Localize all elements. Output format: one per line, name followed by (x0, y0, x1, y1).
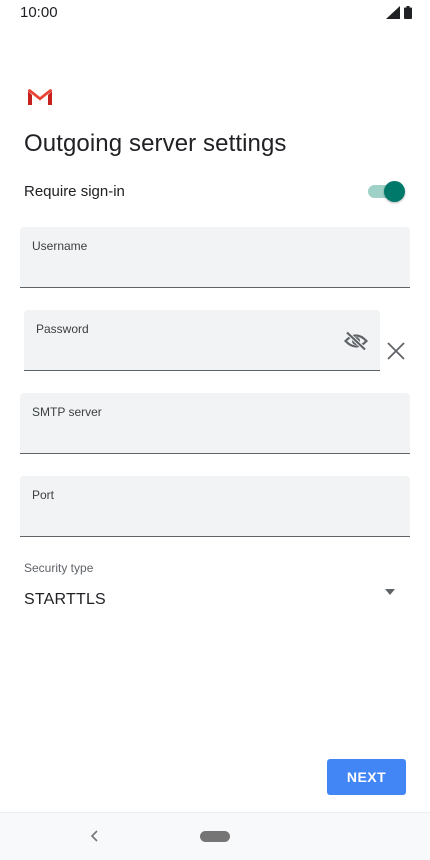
status-time: 10:00 (20, 4, 58, 21)
battery-icon (404, 6, 412, 19)
password-label: Password (36, 322, 89, 336)
port-label: Port (32, 488, 55, 502)
status-bar: 10:00 (0, 0, 430, 26)
home-pill[interactable] (200, 831, 230, 842)
signal-icon (386, 6, 400, 19)
password-field[interactable]: Password (24, 310, 380, 371)
require-signin-toggle[interactable] (368, 181, 405, 202)
port-field[interactable]: Port (20, 476, 410, 537)
back-icon[interactable] (88, 827, 102, 845)
close-icon[interactable] (386, 341, 406, 361)
smtp-server-label: SMTP server (32, 405, 102, 419)
toggle-thumb (384, 181, 405, 202)
arrow-drop-down-icon[interactable] (384, 588, 396, 596)
page-title: Outgoing server settings (24, 130, 287, 157)
security-type-value: STARTTLS (24, 591, 106, 608)
require-signin-label: Require sign-in (24, 183, 125, 200)
username-label: Username (32, 239, 88, 253)
security-type-label: Security type (24, 561, 94, 575)
username-field[interactable]: Username (20, 227, 410, 288)
require-signin-row: Require sign-in (24, 178, 406, 206)
gmail-logo (28, 89, 52, 105)
eye-off-icon[interactable] (344, 331, 368, 351)
system-nav-bar (0, 812, 430, 860)
status-icons (386, 6, 412, 19)
next-button[interactable]: NEXT (327, 759, 406, 795)
smtp-server-field[interactable]: SMTP server (20, 393, 410, 454)
